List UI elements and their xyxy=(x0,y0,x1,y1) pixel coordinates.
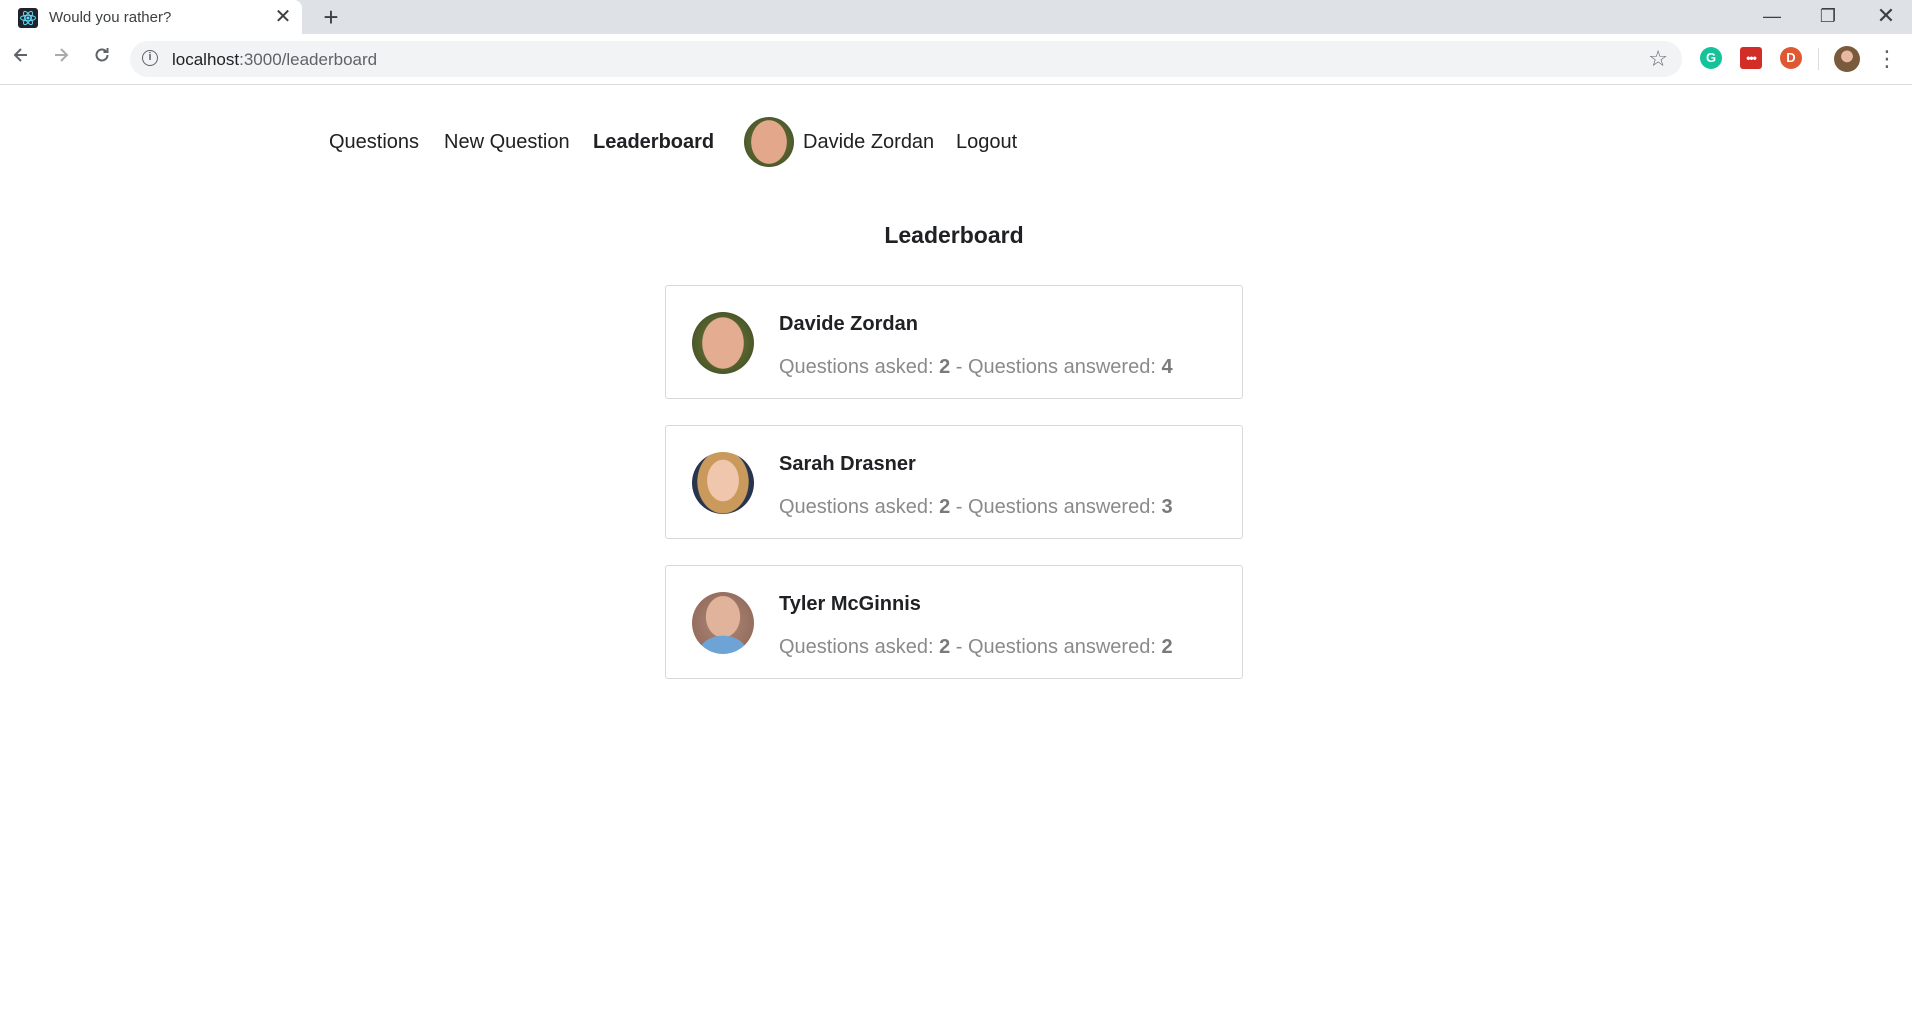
arrow-right-icon[interactable] xyxy=(47,44,75,72)
leader-stats: Questions asked: 2 - Questions answered:… xyxy=(779,356,1173,379)
url-text[interactable]: localhost:3000/leaderboard xyxy=(172,50,377,70)
answered-count: 4 xyxy=(1161,356,1173,378)
browser-toolbar: i localhost:3000/leaderboard ☆ G ••• D ⋮ xyxy=(0,34,1912,85)
leader-stats: Questions asked: 2 - Questions answered:… xyxy=(779,496,1173,519)
leaderboard-card: Tyler McGinnis Questions asked: 2 - Ques… xyxy=(665,565,1243,679)
avatar xyxy=(692,452,754,514)
answered-count: 2 xyxy=(1161,636,1173,658)
answered-label: Questions answered: xyxy=(968,496,1162,518)
leader-name: Sarah Drasner xyxy=(779,453,916,475)
tab-strip: Would you rather? ✕ + — ❐ ✕ xyxy=(0,0,1912,34)
arrow-left-icon[interactable] xyxy=(7,44,35,72)
leader-stats: Questions asked: 2 - Questions answered:… xyxy=(779,636,1173,659)
nav-new-question-link[interactable]: New Question xyxy=(444,131,570,154)
new-tab-button[interactable]: + xyxy=(318,4,344,31)
address-bar[interactable]: i localhost:3000/leaderboard ☆ xyxy=(130,41,1682,77)
answered-count: 3 xyxy=(1161,496,1173,518)
window-minimize-button[interactable]: — xyxy=(1752,2,1792,32)
asked-count: 2 xyxy=(939,496,951,518)
leaderboard-card: Sarah Drasner Questions asked: 2 - Quest… xyxy=(665,425,1243,539)
tab-close-icon[interactable]: ✕ xyxy=(272,7,294,29)
avatar xyxy=(692,312,754,374)
asked-label: Questions asked: xyxy=(779,636,940,658)
browser-tab[interactable]: Would you rather? ✕ xyxy=(0,0,302,34)
logout-link[interactable]: Logout xyxy=(956,131,1017,154)
profile-avatar[interactable] xyxy=(1834,46,1860,72)
leaderboard-card: Davide Zordan Questions asked: 2 - Quest… xyxy=(665,285,1243,399)
star-icon[interactable]: ☆ xyxy=(1648,46,1668,72)
stats-separator: - xyxy=(950,356,968,378)
avatar xyxy=(692,592,754,654)
url-host: localhost xyxy=(172,50,240,69)
answered-label: Questions answered: xyxy=(968,636,1162,658)
leader-name: Davide Zordan xyxy=(779,313,918,335)
url-path: :3000/leaderboard xyxy=(239,50,378,69)
reload-icon[interactable] xyxy=(88,44,116,72)
stats-separator: - xyxy=(950,636,968,658)
window-close-button[interactable]: ✕ xyxy=(1866,2,1906,32)
react-logo-icon xyxy=(18,8,38,28)
asked-label: Questions asked: xyxy=(779,496,940,518)
kebab-menu-icon[interactable]: ⋮ xyxy=(1876,46,1898,72)
duckduckgo-icon[interactable]: D xyxy=(1780,47,1802,69)
page-title: Leaderboard xyxy=(884,222,1024,248)
user-avatar xyxy=(744,117,794,167)
nav-questions-link[interactable]: Questions xyxy=(329,131,419,154)
info-icon[interactable]: i xyxy=(142,50,158,66)
stats-separator: - xyxy=(950,496,968,518)
user-name: Davide Zordan xyxy=(803,131,935,153)
toolbar-divider xyxy=(1818,48,1819,70)
asked-label: Questions asked: xyxy=(779,356,940,378)
window-maximize-button[interactable]: ❐ xyxy=(1808,2,1848,32)
leader-name: Tyler McGinnis xyxy=(779,593,921,615)
lastpass-icon[interactable]: ••• xyxy=(1740,47,1762,69)
grammarly-icon[interactable]: G xyxy=(1700,47,1722,69)
app-nav: Questions New Question Leaderboard David… xyxy=(0,86,1912,186)
answered-label: Questions answered: xyxy=(968,356,1162,378)
asked-count: 2 xyxy=(939,636,951,658)
asked-count: 2 xyxy=(939,356,951,378)
nav-leaderboard-link[interactable]: Leaderboard xyxy=(593,131,714,154)
tab-title: Would you rather? xyxy=(49,9,172,26)
